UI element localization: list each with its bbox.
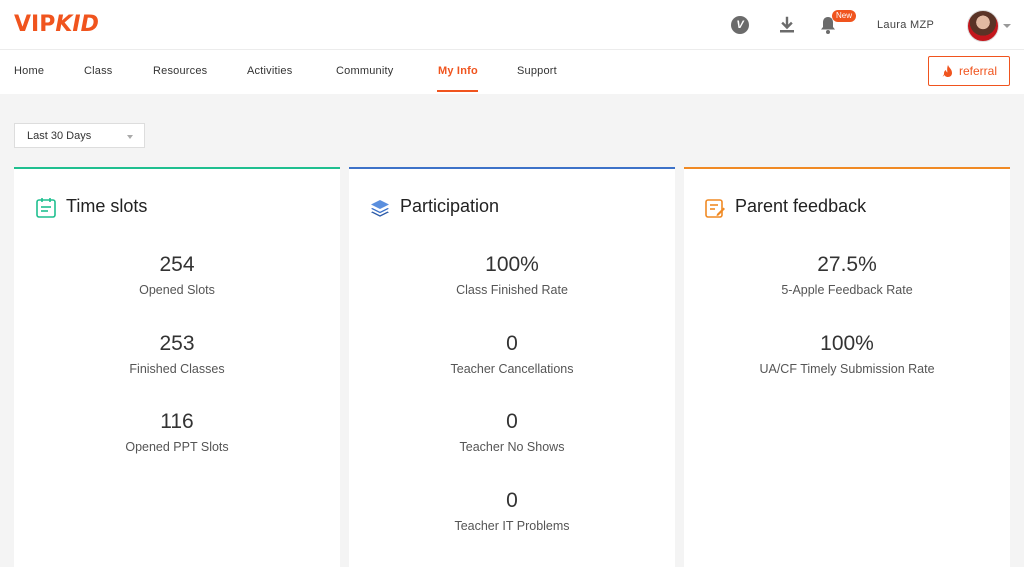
stat-label: Finished Classes bbox=[129, 362, 225, 376]
parent-feedback-card: Parent feedback 27.5% 5-Apple Feedback R… bbox=[684, 167, 1010, 567]
stat-value: 100% bbox=[485, 253, 539, 276]
layers-icon bbox=[371, 200, 389, 217]
nav-support[interactable]: Support bbox=[517, 65, 557, 77]
stat-value: 253 bbox=[159, 332, 195, 355]
stat-value: 116 bbox=[160, 410, 194, 433]
chevron-down-icon bbox=[127, 135, 133, 139]
card-title: Parent feedback bbox=[735, 196, 867, 216]
card-title: Time slots bbox=[66, 196, 148, 216]
card-title: Participation bbox=[400, 196, 500, 216]
user-name[interactable]: Laura MZP bbox=[877, 19, 934, 31]
new-badge: New bbox=[832, 10, 857, 22]
stat-label: Class Finished Rate bbox=[456, 283, 568, 297]
stat-label: Teacher Cancellations bbox=[450, 362, 574, 376]
stat-value: 27.5% bbox=[817, 253, 877, 276]
active-tab-indicator bbox=[437, 90, 478, 92]
stat-label: Teacher No Shows bbox=[459, 440, 565, 454]
vipkid-logo[interactable]: VIP KID bbox=[14, 12, 99, 38]
stat-class-finished-rate: 100% Class Finished Rate bbox=[349, 253, 675, 298]
stat-value: 0 bbox=[506, 410, 518, 433]
date-range-select[interactable]: Last 30 Days bbox=[14, 123, 145, 148]
stat-value: 0 bbox=[506, 332, 518, 355]
card-accent-bar bbox=[14, 167, 340, 169]
date-range-value: Last 30 Days bbox=[27, 130, 92, 142]
stat-teacher-it-problems: 0 Teacher IT Problems bbox=[349, 489, 675, 534]
time-slots-card: Time slots 254 Opened Slots 253 Finished… bbox=[14, 167, 340, 567]
v-badge-icon[interactable]: V bbox=[729, 14, 751, 36]
stat-label: Teacher IT Problems bbox=[454, 519, 570, 533]
stat-opened-ppt-slots: 116 Opened PPT Slots bbox=[14, 410, 340, 455]
stat-value: 100% bbox=[820, 332, 874, 355]
nav-resources[interactable]: Resources bbox=[153, 65, 207, 77]
nav-home[interactable]: Home bbox=[14, 65, 44, 77]
card-accent-bar bbox=[684, 167, 1010, 169]
nav-my-info[interactable]: My Info bbox=[438, 65, 478, 77]
stat-label: UA/CF Timely Submission Rate bbox=[759, 362, 935, 376]
flame-icon bbox=[942, 65, 952, 77]
top-bar: VIP KID V New Laura MZP bbox=[0, 0, 1024, 50]
participation-card: Participation 100% Class Finished Rate 0… bbox=[349, 167, 675, 567]
referral-button[interactable]: referral bbox=[928, 56, 1010, 86]
calendar-icon bbox=[36, 198, 56, 218]
stat-value: 254 bbox=[159, 253, 195, 276]
stat-label: Opened Slots bbox=[139, 283, 215, 297]
stat-ua-cf-timely-submission-rate: 100% UA/CF Timely Submission Rate bbox=[684, 332, 1010, 377]
nav-class[interactable]: Class bbox=[84, 65, 113, 77]
feedback-icon bbox=[705, 199, 725, 218]
stat-value: 0 bbox=[506, 489, 518, 512]
stat-teacher-no-shows: 0 Teacher No Shows bbox=[349, 410, 675, 455]
nav-community[interactable]: Community bbox=[336, 65, 393, 77]
avatar[interactable] bbox=[967, 10, 999, 42]
nav-activities[interactable]: Activities bbox=[247, 65, 292, 77]
logo-prefix: VIP bbox=[14, 12, 56, 37]
stat-label: 5-Apple Feedback Rate bbox=[781, 283, 913, 297]
stat-5-apple-feedback-rate: 27.5% 5-Apple Feedback Rate bbox=[684, 253, 1010, 298]
main-nav: Home Class Resources Activities Communit… bbox=[0, 50, 1024, 94]
stat-opened-slots: 254 Opened Slots bbox=[14, 253, 340, 298]
logo-suffix: KID bbox=[55, 12, 99, 37]
download-icon[interactable] bbox=[776, 14, 798, 36]
stat-teacher-cancellations: 0 Teacher Cancellations bbox=[349, 332, 675, 377]
stat-label: Opened PPT Slots bbox=[125, 440, 229, 454]
stat-finished-classes: 253 Finished Classes bbox=[14, 332, 340, 377]
referral-label: referral bbox=[958, 64, 997, 78]
chevron-down-icon[interactable] bbox=[1003, 24, 1011, 28]
card-accent-bar bbox=[349, 167, 675, 169]
